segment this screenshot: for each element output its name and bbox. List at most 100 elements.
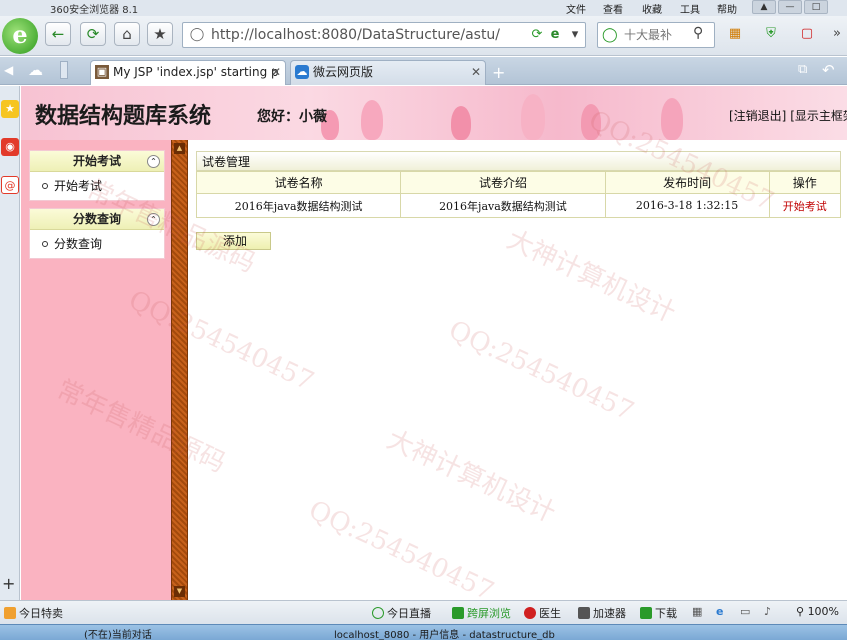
menu-item-start-exam[interactable]: 开始考试 [30,172,164,200]
toggle-frame-link[interactable]: [显示主框架 [790,109,847,123]
menu-item-score-query[interactable]: 分数查询 [30,230,164,258]
address-input[interactable] [211,25,501,45]
restore-tab-icon[interactable]: ⧉ [798,62,807,77]
rocket-icon [578,607,590,619]
watermark: QQ:254540457 [304,495,499,600]
menu-view[interactable]: 查看 [603,1,623,16]
status-today-sale[interactable]: 今日特卖 [4,605,63,621]
status-accelerator[interactable]: 加速器 [578,605,626,621]
panel-header[interactable]: 开始考试 ⌃ [30,151,164,172]
menu-item-label: 开始考试 [54,179,103,193]
search-input[interactable] [624,26,684,44]
collapse-icon[interactable]: ⌃ [147,213,160,226]
column-header: 发布时间 [604,171,770,194]
panel-title: 开始考试 [72,154,121,168]
add-sidebar-icon[interactable]: + [2,574,15,593]
close-icon[interactable]: ✕ [471,61,481,84]
taskbar-item-chat[interactable]: (不在)当前对话 [84,626,152,640]
panel-title: 分数查询 [72,212,121,226]
watermark: 大神计算机设计 [382,424,560,529]
tab-list-icon[interactable]: ◀ [4,63,13,77]
exam-intro-cell: 2016年java数据结构测试 [400,193,606,218]
star-icon[interactable]: ★ [147,22,173,46]
recycle-icon[interactable]: ⟳ [529,26,545,44]
panel-score-query: 分数查询 ⌃ 分数查询 [29,208,165,259]
adblock-icon[interactable]: ▢ [796,24,818,44]
security-icon[interactable]: ⛨ [760,24,782,44]
add-exam-button[interactable]: 添加 [196,232,271,250]
collapse-icon[interactable]: ⌃ [147,155,160,168]
table-row: 2016年java数据结构测试 2016年java数据结构测试 2016-3-1… [195,193,842,218]
scroll-down-icon[interactable]: ▼ [174,586,185,597]
tab-weiyun[interactable]: ☁ 微云网页版 ✕ [290,60,486,85]
site-header: 数据结构题库系统 您好：小薇 [注销退出] [显示主框架 [21,86,847,140]
home-icon[interactable]: ⌂ [114,22,140,46]
shield-icon: ◯ [189,27,205,42]
window-icon[interactable]: ▭ [740,605,750,618]
apps-grid-icon[interactable]: ▦ [724,24,746,44]
ie-mode-icon[interactable]: e [547,26,563,44]
frame-splitter[interactable]: ▲ ▼ [171,140,188,600]
table-header-row: 试卷名称 试卷介绍 发布时间 操作 [195,171,842,194]
new-tab-icon[interactable]: + [492,63,505,82]
address-bar[interactable]: ◯ ⟳ e ▾ [182,22,586,48]
tulip-decor-icon [661,98,683,140]
column-header: 操作 [768,171,842,194]
browser-sidebar: ★ ◉ @ + [0,86,20,600]
close-icon[interactable]: ✕ [271,61,281,84]
status-label: 今日直播 [387,607,431,620]
back-icon[interactable]: ← [45,22,71,46]
search-engine-icon[interactable]: ◯ [602,26,618,44]
status-download[interactable]: 下载 [640,605,677,621]
column-header: 试卷介绍 [400,171,606,194]
image-icon: ▣ [95,65,109,79]
more-icon[interactable]: » [826,24,847,44]
menu-favorites[interactable]: 收藏 [642,1,662,16]
section-title: 试卷管理 [196,151,841,171]
exam-action-cell: 开始考试 [768,193,842,218]
taskbar-item-db[interactable]: localhost_8080 - 用户信息 - datastructure_db [334,626,555,640]
skin-icon[interactable]: ▲ [752,0,776,14]
cloud-icon[interactable]: ☁ [28,61,43,79]
favorites-star-icon[interactable]: ★ [1,100,19,118]
status-live[interactable]: 今日直播 [372,605,431,621]
windows-taskbar: (不在)当前对话 localhost_8080 - 用户信息 - datastr… [0,624,847,640]
mail-icon[interactable]: @ [1,176,19,194]
chevron-down-icon[interactable]: ▾ [567,26,583,44]
scroll-up-icon[interactable]: ▲ [174,143,185,154]
zoom-control[interactable]: ⚲ 100% [796,605,839,618]
ie-icon[interactable]: e [716,605,723,618]
browser-titlebar: 360安全浏览器 8.1 文件 查看 收藏 工具 帮助 ▲ — □ [0,0,847,16]
download-icon [640,607,652,619]
site-title: 数据结构题库系统 [35,103,212,129]
menu-item-label: 分数查询 [54,237,103,251]
minimize-icon[interactable]: — [778,0,802,14]
play-icon [372,607,384,619]
search-box[interactable]: ◯ ⚲ [597,22,715,48]
cloud-icon: ☁ [295,65,309,79]
status-doctor[interactable]: 医生 [524,605,561,621]
web-page: 数据结构题库系统 您好：小薇 [注销退出] [显示主框架 开始考试 ⌃ 开始考试… [21,86,847,600]
left-menu: 开始考试 ⌃ 开始考试 分数查询 ⌃ 分数查询 [21,140,171,600]
volume-icon[interactable]: ♪ [764,605,771,618]
menu-tools[interactable]: 工具 [680,1,700,16]
logout-link[interactable]: [注销退出] [729,109,786,123]
maximize-icon[interactable]: □ [804,0,828,14]
undo-close-icon[interactable]: ↶ [822,61,835,79]
tab-index-jsp[interactable]: ▣ My JSP 'index.jsp' starting p ✕ [90,60,286,85]
status-cross-screen[interactable]: 跨屏浏览 [452,605,511,621]
input-method-icon[interactable]: ▦ [692,605,702,618]
watermark: QQ:254540457 [444,315,639,427]
panel-start-exam: 开始考试 ⌃ 开始考试 [29,150,165,201]
main-content: 试卷管理 试卷名称 试卷介绍 发布时间 操作 2016年java数据结构测试 2… [195,151,842,250]
tulip-decor-icon [581,104,601,140]
tulip-decor-icon [521,94,545,140]
menu-file[interactable]: 文件 [566,1,586,16]
weibo-icon[interactable]: ◉ [1,138,19,156]
search-icon[interactable]: ⚲ [693,25,703,41]
refresh-icon[interactable]: ⟳ [80,22,106,46]
panel-header[interactable]: 分数查询 ⌃ [30,209,164,230]
start-exam-link[interactable]: 开始考试 [783,200,827,213]
page-icon[interactable] [60,61,68,79]
menu-help[interactable]: 帮助 [717,1,737,16]
